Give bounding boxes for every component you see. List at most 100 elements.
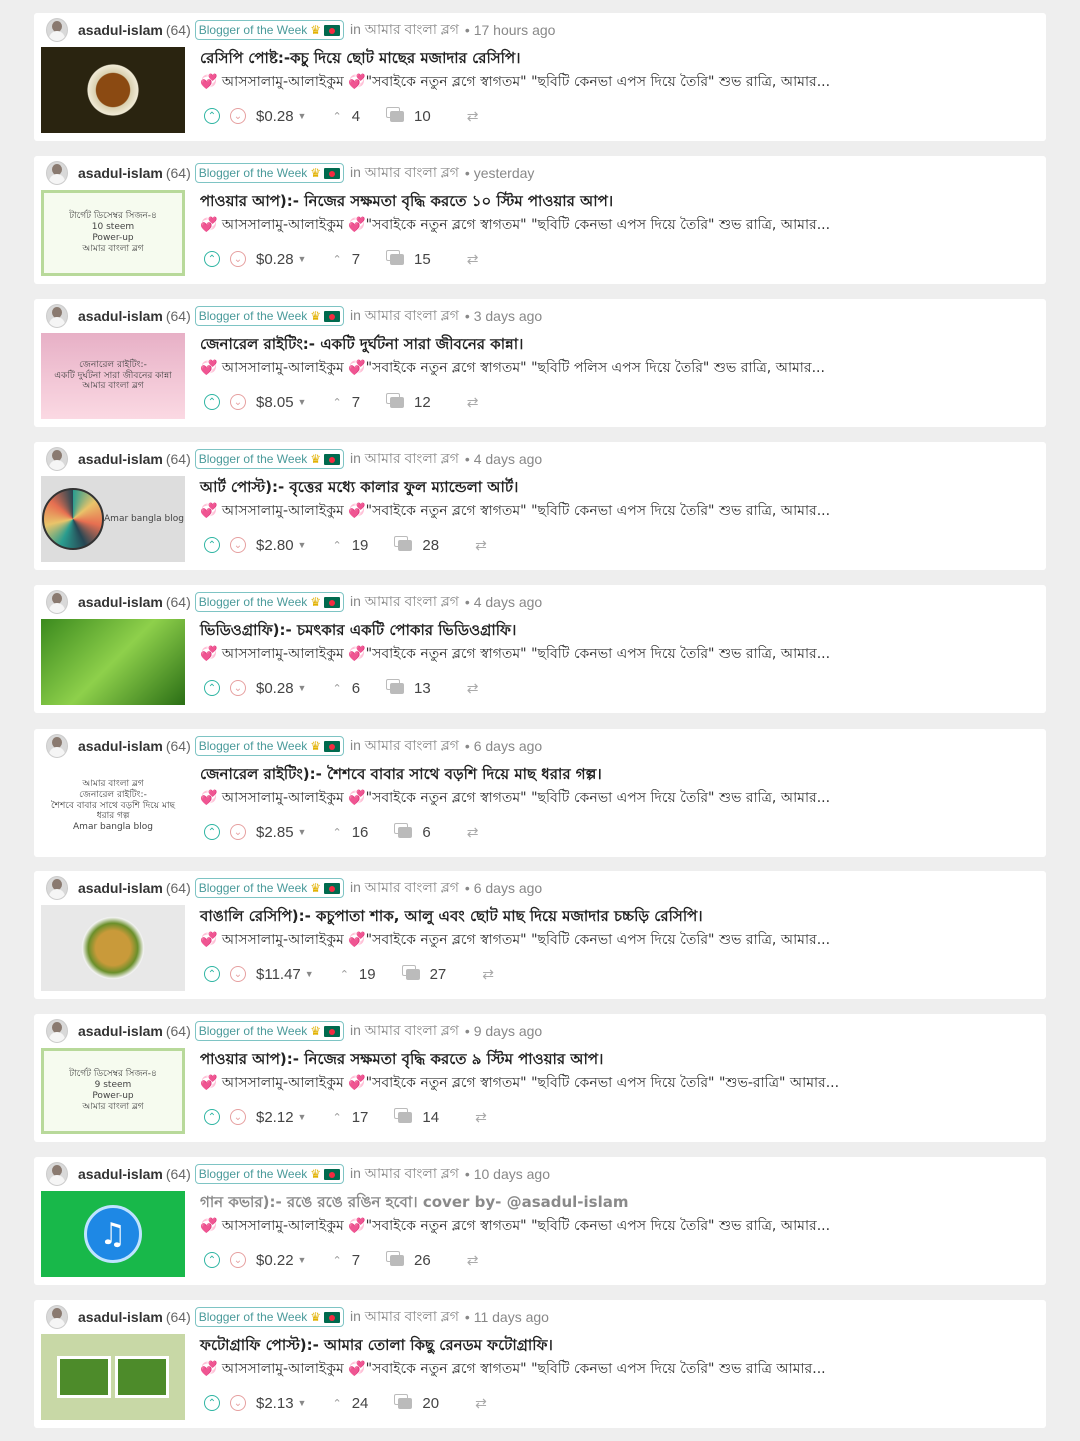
comment-count[interactable]: 10 bbox=[414, 108, 431, 125]
author-name[interactable]: asadul-islam bbox=[78, 880, 163, 896]
resteem-icon[interactable]: ⇄ bbox=[467, 251, 479, 268]
post-title[interactable]: গান কভার):- রঙে রঙে রঙিন হবো। cover by- … bbox=[200, 1191, 629, 1216]
payout-value[interactable]: $2.12 bbox=[256, 1109, 294, 1126]
community-link[interactable]: in আমার বাংলা ব্লগ bbox=[350, 734, 459, 758]
vote-count[interactable]: 19 bbox=[359, 966, 376, 983]
avatar[interactable] bbox=[46, 1162, 68, 1186]
post-title[interactable]: ফটোগ্রাফি পোস্ট):- আমার তোলা কিছু রেনডম … bbox=[200, 1334, 553, 1359]
post-excerpt[interactable]: 💞 আসসালামু-আলাইকুম 💞"সবাইকে নতুন ব্লগে স… bbox=[200, 213, 1030, 237]
resteem-icon[interactable]: ⇄ bbox=[467, 108, 479, 125]
community-link[interactable]: in আমার বাংলা ব্লগ bbox=[350, 304, 459, 328]
upvote-button[interactable]: ⌃ bbox=[204, 680, 220, 696]
author-name[interactable]: asadul-islam bbox=[78, 594, 163, 610]
payout-value[interactable]: $11.47 bbox=[256, 966, 301, 983]
author-name[interactable]: asadul-islam bbox=[78, 308, 163, 324]
post-thumbnail[interactable] bbox=[41, 619, 185, 705]
blogger-badge[interactable]: Blogger of the Week ♛ bbox=[194, 20, 345, 40]
post-title[interactable]: জেনারেল রাইটিং:- একটি দুর্ঘটনা সারা জীবন… bbox=[200, 333, 523, 358]
post-excerpt[interactable]: 💞 আসসালামু-আলাইকুম 💞"সবাইকে নতুন ব্লগে স… bbox=[200, 642, 1030, 666]
author-name[interactable]: asadul-islam bbox=[78, 451, 163, 467]
blogger-badge[interactable]: Blogger of the Week ♛ bbox=[194, 878, 345, 898]
comments-icon[interactable] bbox=[386, 106, 405, 122]
dropdown-caret-icon[interactable]: ▼ bbox=[298, 1112, 307, 1122]
community-link[interactable]: in আমার বাংলা ব্লগ bbox=[350, 18, 459, 42]
post-excerpt[interactable]: 💞 আসসালামু-আলাইকুম 💞"সবাইকে নতুন ব্লগে স… bbox=[200, 786, 1030, 810]
comments-icon[interactable] bbox=[386, 1250, 405, 1266]
post-title[interactable]: পাওয়ার আপ):- নিজের সক্ষমতা বৃদ্ধি করতে … bbox=[200, 1048, 603, 1073]
downvote-button[interactable]: ⌄ bbox=[230, 251, 246, 267]
community-link[interactable]: in আমার বাংলা ব্লগ bbox=[350, 1019, 459, 1043]
dropdown-caret-icon[interactable]: ▼ bbox=[298, 827, 307, 837]
post-thumbnail[interactable]: টার্গেট ডিসেম্বর সিজন-৪ 9 steem Power-up আম… bbox=[41, 1048, 185, 1134]
comment-count[interactable]: 13 bbox=[414, 680, 431, 697]
blogger-badge[interactable]: Blogger of the Week ♛ bbox=[194, 1307, 345, 1327]
post-excerpt[interactable]: 💞 আসসালামু-আলাইকুম 💞"সবাইকে নতুন ব্লগে স… bbox=[200, 499, 1030, 523]
community-link[interactable]: in আমার বাংলা ব্লগ bbox=[350, 1305, 459, 1329]
comment-count[interactable]: 6 bbox=[422, 824, 430, 841]
resteem-icon[interactable]: ⇄ bbox=[467, 824, 479, 841]
post-thumbnail[interactable] bbox=[41, 47, 185, 133]
downvote-button[interactable]: ⌄ bbox=[230, 394, 246, 410]
post-thumbnail[interactable] bbox=[41, 1334, 185, 1420]
post-thumbnail[interactable]: Amar bangla blog bbox=[41, 476, 185, 562]
upvote-button[interactable]: ⌃ bbox=[204, 251, 220, 267]
blogger-badge[interactable]: Blogger of the Week ♛ bbox=[194, 1021, 345, 1041]
avatar[interactable] bbox=[46, 1019, 68, 1043]
avatar[interactable] bbox=[46, 734, 68, 758]
dropdown-caret-icon[interactable]: ▼ bbox=[298, 397, 307, 407]
vote-count[interactable]: 16 bbox=[352, 824, 369, 841]
community-link[interactable]: in আমার বাংলা ব্লগ bbox=[350, 876, 459, 900]
dropdown-caret-icon[interactable]: ▼ bbox=[298, 1255, 307, 1265]
blogger-badge[interactable]: Blogger of the Week ♛ bbox=[194, 592, 345, 612]
comment-count[interactable]: 12 bbox=[414, 394, 431, 411]
downvote-button[interactable]: ⌄ bbox=[230, 537, 246, 553]
upvote-button[interactable]: ⌃ bbox=[204, 1252, 220, 1268]
downvote-button[interactable]: ⌄ bbox=[230, 680, 246, 696]
avatar[interactable] bbox=[46, 447, 68, 471]
payout-value[interactable]: $2.13 bbox=[256, 1395, 294, 1412]
comments-icon[interactable] bbox=[386, 678, 405, 694]
upvote-button[interactable]: ⌃ bbox=[204, 824, 220, 840]
avatar[interactable] bbox=[46, 18, 68, 42]
community-link[interactable]: in আমার বাংলা ব্লগ bbox=[350, 590, 459, 614]
comment-count[interactable]: 27 bbox=[430, 966, 447, 983]
vote-count[interactable]: 17 bbox=[352, 1109, 369, 1126]
community-link[interactable]: in আমার বাংলা ব্লগ bbox=[350, 447, 459, 471]
comment-count[interactable]: 26 bbox=[414, 1252, 431, 1269]
upvote-button[interactable]: ⌃ bbox=[204, 1395, 220, 1411]
avatar[interactable] bbox=[46, 590, 68, 614]
downvote-button[interactable]: ⌄ bbox=[230, 1109, 246, 1125]
blogger-badge[interactable]: Blogger of the Week ♛ bbox=[194, 1164, 345, 1184]
blogger-badge[interactable]: Blogger of the Week ♛ bbox=[194, 306, 345, 326]
dropdown-caret-icon[interactable]: ▼ bbox=[298, 683, 307, 693]
vote-count[interactable]: 24 bbox=[352, 1395, 369, 1412]
comment-count[interactable]: 14 bbox=[422, 1109, 439, 1126]
downvote-button[interactable]: ⌄ bbox=[230, 108, 246, 124]
blogger-badge[interactable]: Blogger of the Week ♛ bbox=[194, 736, 345, 756]
comments-icon[interactable] bbox=[386, 249, 405, 265]
post-thumbnail[interactable]: ♫ bbox=[41, 1191, 185, 1277]
author-name[interactable]: asadul-islam bbox=[78, 1166, 163, 1182]
resteem-icon[interactable]: ⇄ bbox=[482, 966, 494, 983]
post-title[interactable]: পাওয়ার আপ):- নিজের সক্ষমতা বৃদ্ধি করতে … bbox=[200, 190, 613, 215]
vote-count[interactable]: 7 bbox=[352, 1252, 360, 1269]
payout-value[interactable]: $0.22 bbox=[256, 1252, 294, 1269]
resteem-icon[interactable]: ⇄ bbox=[475, 537, 487, 554]
blogger-badge[interactable]: Blogger of the Week ♛ bbox=[194, 449, 345, 469]
dropdown-caret-icon[interactable]: ▼ bbox=[298, 254, 307, 264]
downvote-button[interactable]: ⌄ bbox=[230, 1252, 246, 1268]
avatar[interactable] bbox=[46, 1305, 68, 1329]
post-excerpt[interactable]: 💞 আসসালামু-আলাইকুম 💞"সবাইকে নতুন ব্লগে স… bbox=[200, 928, 1030, 952]
vote-count[interactable]: 7 bbox=[352, 394, 360, 411]
author-name[interactable]: asadul-islam bbox=[78, 738, 163, 754]
payout-value[interactable]: $2.80 bbox=[256, 537, 294, 554]
payout-value[interactable]: $0.28 bbox=[256, 251, 294, 268]
downvote-button[interactable]: ⌄ bbox=[230, 966, 246, 982]
comment-count[interactable]: 28 bbox=[422, 537, 439, 554]
vote-count[interactable]: 7 bbox=[352, 251, 360, 268]
community-link[interactable]: in আমার বাংলা ব্লগ bbox=[350, 161, 459, 185]
author-name[interactable]: asadul-islam bbox=[78, 22, 163, 38]
vote-count[interactable]: 19 bbox=[352, 537, 369, 554]
author-name[interactable]: asadul-islam bbox=[78, 165, 163, 181]
payout-value[interactable]: $2.85 bbox=[256, 824, 294, 841]
